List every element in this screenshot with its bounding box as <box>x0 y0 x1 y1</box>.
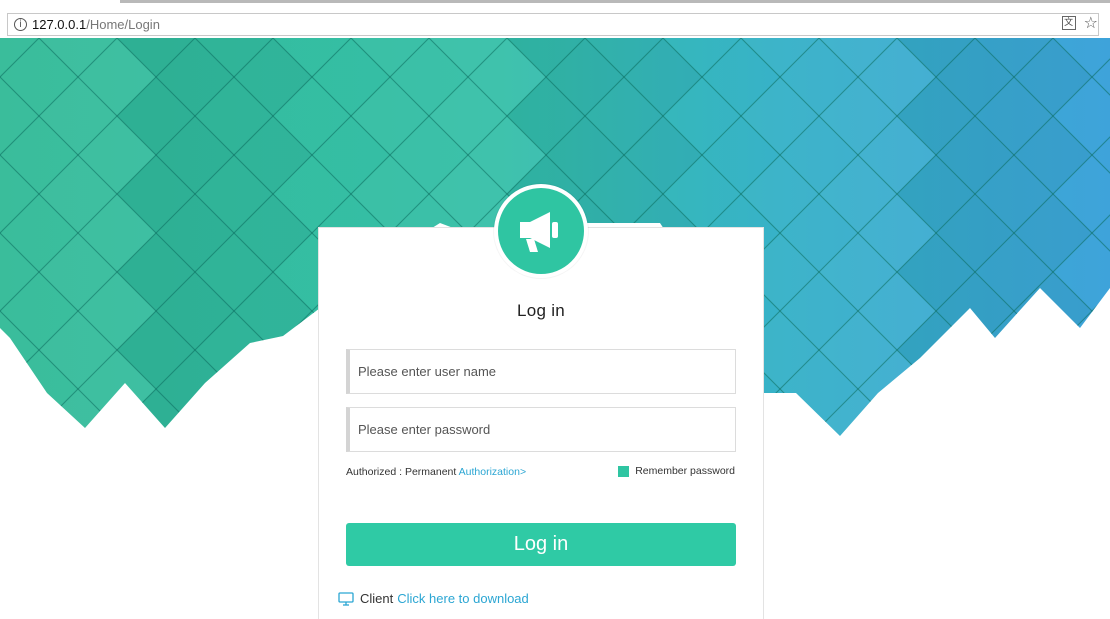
username-input[interactable] <box>346 349 736 394</box>
diamond-tile <box>1013 349 1093 429</box>
authorization-link[interactable]: Authorization> <box>459 466 526 478</box>
tab-strip-edge <box>120 0 1110 3</box>
remember-checkbox[interactable] <box>618 465 630 477</box>
browser-toolbar: i 127.0.0.1/Home/Login 文 ☆ <box>0 0 1110 38</box>
bookmark-star-icon[interactable]: ☆ <box>1084 15 1098 31</box>
url-host[interactable]: 127.0.0.1 <box>32 17 86 32</box>
diamond-tile <box>857 427 937 436</box>
login-title: Log in <box>516 301 566 320</box>
diamond-tile <box>1052 388 1110 436</box>
remember-label: Remember password <box>635 465 735 477</box>
diamond-tile <box>155 427 235 436</box>
url-path[interactable]: /Home/Login <box>86 17 160 32</box>
download-link[interactable]: Click here to download <box>397 591 529 606</box>
diamond-tile <box>974 388 1054 436</box>
translate-icon[interactable]: 文 <box>1061 16 1076 30</box>
diamond-tile <box>935 349 1015 429</box>
diamond-tile <box>233 349 313 429</box>
login-button[interactable]: Log in <box>346 523 736 566</box>
diamond-tile <box>935 427 1015 436</box>
client-download: Client Click here to download <box>338 591 529 606</box>
diamond-tile <box>1091 349 1110 429</box>
client-label: Client <box>360 591 394 606</box>
diamond-tile <box>896 388 976 436</box>
remember-password-toggle[interactable]: Remember password <box>618 465 735 477</box>
monitor-icon <box>338 591 354 606</box>
diamond-tile <box>1091 427 1110 436</box>
info-icon[interactable]: i <box>14 18 27 31</box>
diamond-tile <box>0 427 79 436</box>
authorized-text: Authorized : Permanent <box>346 466 457 478</box>
password-input[interactable] <box>346 407 736 452</box>
diamond-tile <box>77 427 157 436</box>
address-bar[interactable]: i 127.0.0.1/Home/Login <box>7 13 1099 36</box>
diamond-tile <box>0 388 40 436</box>
diamond-tile <box>1052 310 1110 390</box>
diamond-tile <box>1013 427 1093 436</box>
diamond-tile <box>233 427 313 436</box>
logo-badge <box>494 184 588 278</box>
diamond-tile <box>779 427 859 436</box>
megaphone-icon <box>520 212 558 252</box>
diamond-tile <box>194 388 274 436</box>
authorization-status: Authorized : Permanent Authorization> <box>346 466 526 478</box>
